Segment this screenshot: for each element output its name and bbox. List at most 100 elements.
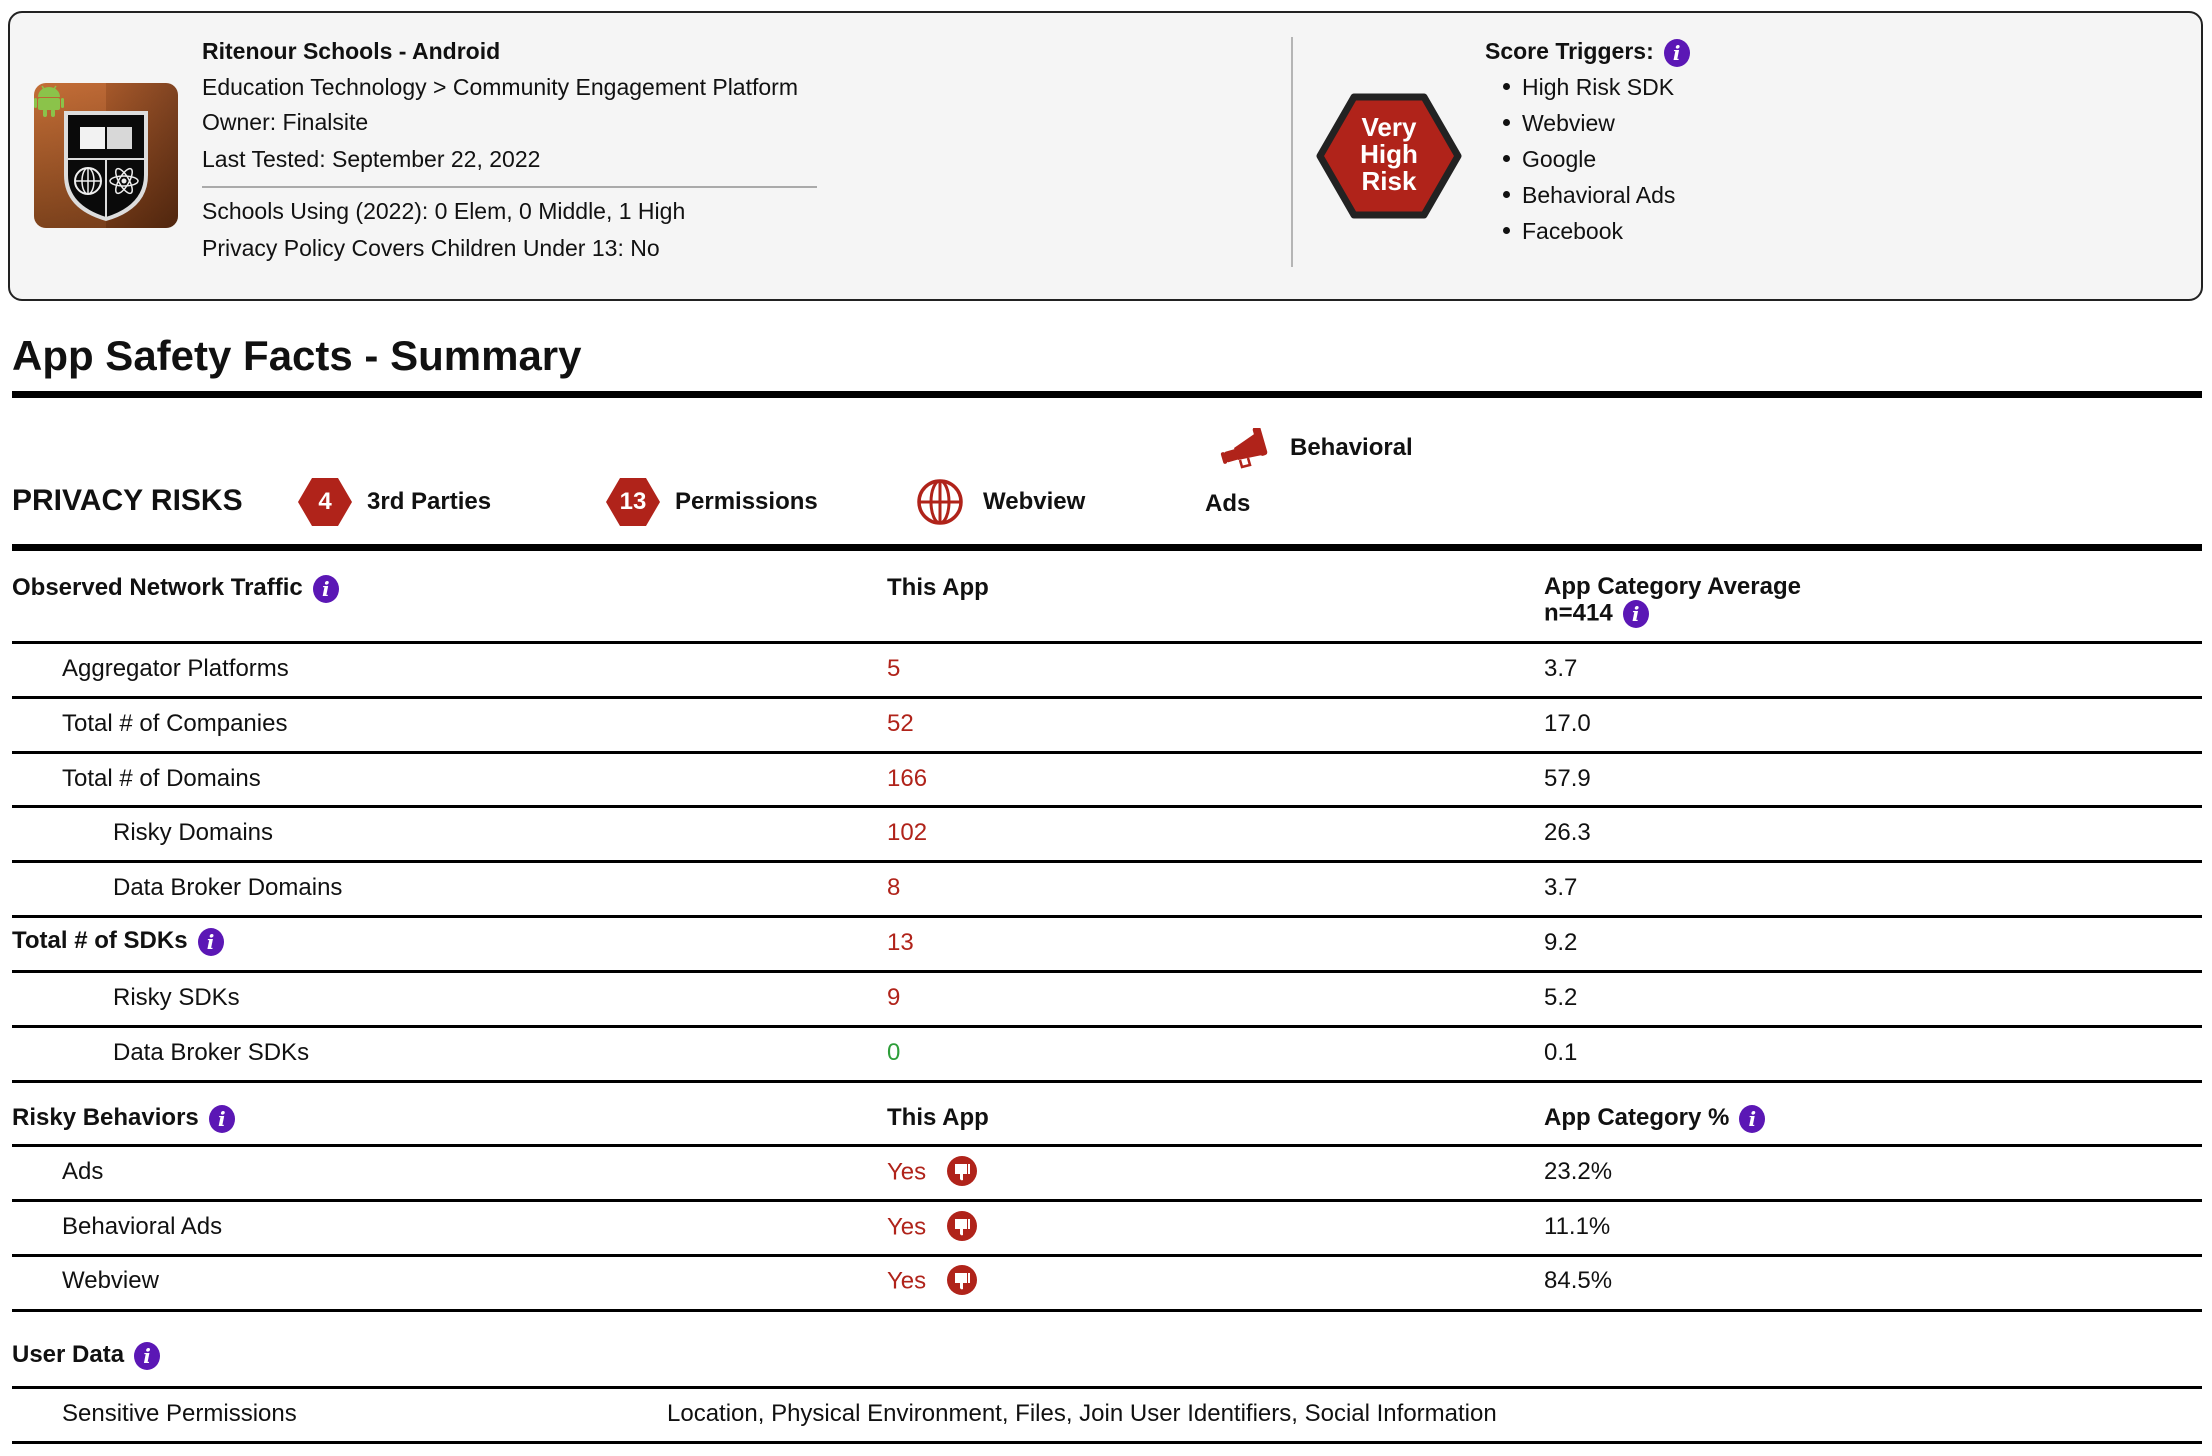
row-divider <box>12 860 2202 863</box>
row-label: Total # of Companies <box>62 710 288 737</box>
third-parties-count-badge: 4 <box>298 478 352 526</box>
schools-using: Schools Using (2022): 0 Elem, 0 Middle, … <box>202 198 686 224</box>
info-icon[interactable]: i <box>1739 1104 1766 1133</box>
thumbs-down-icon <box>946 1211 977 1241</box>
header-vertical-separator <box>1291 37 1293 267</box>
row-category-avg: 3.7 <box>1544 874 1578 901</box>
behavior-value: Yes <box>887 1213 927 1241</box>
info-icon[interactable]: i <box>312 574 339 603</box>
row-divider <box>12 805 2202 808</box>
behavior-category-pct: 84.5% <box>1544 1267 1613 1294</box>
row-this-app: 5 <box>887 655 901 682</box>
row-category-avg: 9.2 <box>1544 929 1578 956</box>
score-trigger-label: Google <box>1522 146 1597 172</box>
row-label: Risky Domains <box>113 819 274 846</box>
score-triggers-title: Score Triggers: i <box>1485 38 1690 67</box>
behavior-this-app: Yes <box>887 1265 977 1297</box>
row-divider <box>12 1309 2202 1312</box>
row-divider <box>12 970 2202 973</box>
category-percent-header: App Category % i <box>1544 1104 1766 1133</box>
risk-level-line: High <box>1360 139 1418 169</box>
thumbs-down-icon <box>946 1156 977 1186</box>
risky-behaviors-title: Risky Behaviors <box>12 1104 199 1131</box>
score-trigger-label: Facebook <box>1522 218 1624 244</box>
bullet-icon <box>1503 191 1510 199</box>
risk-level-line: Risk <box>1361 166 1417 196</box>
app-name: Ritenour Schools - Android <box>202 38 501 64</box>
row-label: Data Broker SDKs <box>113 1039 310 1066</box>
behavior-category-pct: 11.1% <box>1544 1213 1611 1240</box>
score-trigger-item: Facebook <box>1503 218 1623 245</box>
row-divider <box>12 1254 2202 1257</box>
row-this-app: 52 <box>887 710 914 737</box>
row-this-app: 166 <box>887 765 928 792</box>
network-traffic-title: Observed Network Traffic <box>12 574 303 601</box>
permissions-count: 13 <box>619 488 647 515</box>
row-divider <box>12 1386 2202 1389</box>
score-trigger-item: Google <box>1503 146 1596 173</box>
bullet-icon <box>1503 155 1510 163</box>
this-app-header: This App <box>887 574 989 601</box>
webview-label: Webview <box>983 488 1086 515</box>
privacy-policy-children: Privacy Policy Covers Children Under 13:… <box>202 235 660 261</box>
info-icon[interactable]: i <box>1663 38 1690 67</box>
thumbs-down-icon <box>946 1265 977 1295</box>
privacy-risks-title: PRIVACY RISKS <box>12 484 243 517</box>
row-category-avg: 57.9 <box>1544 765 1591 792</box>
score-trigger-item: High Risk SDK <box>1503 74 1674 101</box>
category-percent-title: App Category % <box>1544 1104 1730 1131</box>
score-trigger-label: Behavioral Ads <box>1522 182 1676 208</box>
behavior-category-pct: 23.2% <box>1544 1158 1613 1185</box>
behavioral-ads-label-line2: Ads <box>1205 490 1251 517</box>
third-parties-label: 3rd Parties <box>367 488 492 515</box>
score-trigger-item: Webview <box>1503 110 1615 137</box>
sample-size: n=414 <box>1544 599 1613 627</box>
page-title: App Safety Facts - Summary <box>12 332 582 379</box>
this-app-header: This App <box>887 1104 989 1131</box>
behavior-label: Behavioral Ads <box>62 1213 223 1240</box>
category-average-header: App Category Average n=414 i <box>1544 574 1801 628</box>
row-divider <box>12 1080 2202 1083</box>
score-triggers-label: Score Triggers: <box>1485 38 1654 64</box>
last-tested: Last Tested: September 22, 2022 <box>202 146 541 172</box>
row-category-avg: 5.2 <box>1544 984 1578 1011</box>
behavior-this-app: Yes <box>887 1211 977 1243</box>
behavior-value: Yes <box>887 1158 927 1186</box>
bullet-icon <box>1503 227 1510 235</box>
app-owner: Owner: Finalsite <box>202 109 369 135</box>
risk-level-line: Very <box>1361 112 1417 142</box>
third-parties-count: 4 <box>318 488 332 515</box>
behavior-value: Yes <box>887 1267 927 1295</box>
globe-icon <box>917 479 963 525</box>
risk-level-badge: Very High Risk <box>1316 114 1462 195</box>
user-data-label: Sensitive Permissions <box>62 1400 297 1427</box>
behavior-label: Ads <box>62 1158 104 1185</box>
row-divider <box>12 696 2202 699</box>
score-trigger-label: High Risk SDK <box>1522 74 1675 100</box>
section-divider <box>12 391 2202 398</box>
row-divider <box>12 751 2202 754</box>
row-category-avg: 3.7 <box>1544 655 1578 682</box>
info-icon[interactable]: i <box>197 927 224 956</box>
row-divider <box>12 1144 2202 1147</box>
score-trigger-label: Webview <box>1522 110 1615 136</box>
row-label-sdks: Total # of SDKs i <box>12 927 224 956</box>
row-divider <box>12 1025 2202 1028</box>
info-icon[interactable]: i <box>208 1104 235 1133</box>
row-this-app: 102 <box>887 819 928 846</box>
app-category: Education Technology > Community Engagem… <box>202 74 798 100</box>
row-category-avg: 26.3 <box>1544 819 1591 846</box>
row-divider <box>12 1199 2202 1202</box>
bullet-icon <box>1503 119 1510 127</box>
row-this-app: 0 <box>887 1039 901 1066</box>
row-category-avg: 17.0 <box>1544 710 1591 737</box>
row-label: Data Broker Domains <box>113 874 343 901</box>
row-label: Risky SDKs <box>113 984 240 1011</box>
info-icon[interactable]: i <box>134 1341 161 1370</box>
info-icon[interactable]: i <box>1622 600 1649 628</box>
android-icon <box>34 83 64 117</box>
permissions-count-badge: 13 <box>606 478 660 526</box>
bullet-icon <box>1503 83 1510 91</box>
row-divider <box>12 641 2202 644</box>
permissions-label: Permissions <box>675 488 818 515</box>
